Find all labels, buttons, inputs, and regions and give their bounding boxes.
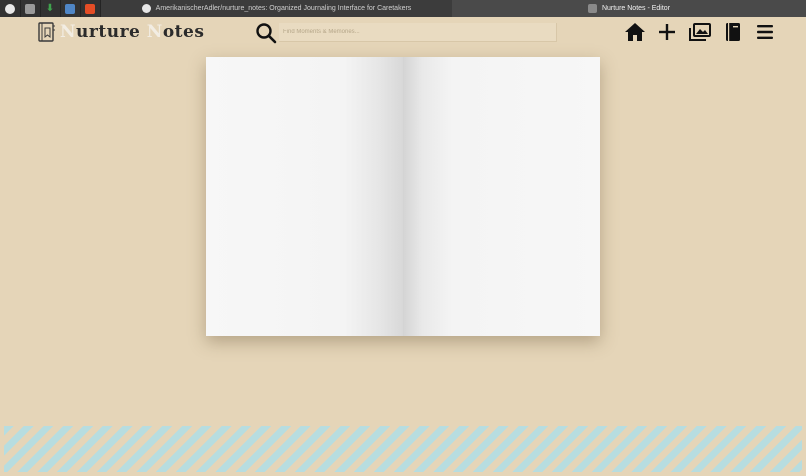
search-button[interactable] <box>255 22 277 49</box>
browser-tab-bar: ⬇ AmerikanischerAdler/nurture_notes: Org… <box>0 0 806 17</box>
search-input[interactable] <box>279 23 557 42</box>
journal-book-editor[interactable] <box>206 57 600 336</box>
left-page[interactable] <box>206 57 403 336</box>
notebook-icon <box>726 23 740 41</box>
nav-journal <box>722 21 744 43</box>
tab-github-repo[interactable]: AmerikanischerAdler/nurture_notes: Organ… <box>101 0 452 17</box>
tab-title: Nurture Notes - Editor <box>601 5 671 12</box>
right-page[interactable] <box>403 57 600 336</box>
pinned-tab-download[interactable]: ⬇ <box>40 0 61 17</box>
html5-icon <box>85 3 95 14</box>
journal-button[interactable] <box>722 21 744 43</box>
pinned-tab-calendar[interactable] <box>60 0 81 17</box>
pinned-tab-cursor[interactable] <box>20 0 41 17</box>
home-button[interactable] <box>624 21 646 43</box>
menu-button[interactable] <box>754 21 776 43</box>
app-title: Nurture Notes <box>60 22 205 42</box>
hamburger-menu-icon <box>757 25 773 39</box>
pinned-tab-html5[interactable] <box>80 0 101 17</box>
new-note-button[interactable] <box>656 21 678 43</box>
search-icon <box>256 23 277 44</box>
footer-stripe-band <box>4 426 802 472</box>
journal-logo-icon <box>38 22 55 42</box>
tab-nurture-notes-editor[interactable]: Nurture Notes - Editor <box>452 0 806 17</box>
nav-menu <box>754 21 776 43</box>
nav-new <box>656 21 678 43</box>
app-logo[interactable]: Nurture Notes <box>38 21 204 43</box>
pinned-tab-github[interactable] <box>0 0 21 17</box>
download-icon: ⬇ <box>45 2 55 14</box>
calendar-icon <box>65 3 75 14</box>
site-icon <box>587 4 597 13</box>
nav-gallery <box>689 21 711 43</box>
photo-gallery-icon <box>689 23 711 41</box>
cursor-app-icon <box>25 3 35 14</box>
main-nav <box>624 21 646 43</box>
tab-title: AmerikanischerAdler/nurture_notes: Organ… <box>155 5 412 12</box>
github-icon <box>141 4 151 13</box>
home-icon <box>625 23 645 41</box>
gallery-button[interactable] <box>689 21 711 43</box>
plus-icon <box>659 24 675 40</box>
github-icon <box>5 3 15 14</box>
